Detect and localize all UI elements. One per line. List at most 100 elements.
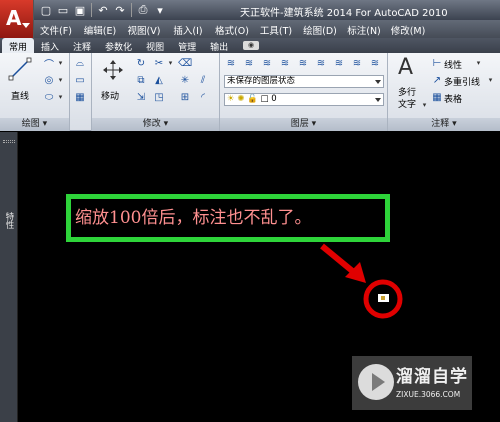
window-title: 天正软件-建筑系统 2014 For AutoCAD 2010: [240, 8, 448, 19]
ribbon-tab-bar: 常用 插入 注释 参数化 视图 管理 输出 ◉: [0, 38, 500, 53]
bulb-icon: ☀: [227, 94, 235, 104]
panel-draw: 直线 ⌒ ▾ ◎ ▾ ⬭ ▾ 绘图 ▾: [0, 53, 70, 131]
move-icon[interactable]: [102, 59, 124, 81]
menu-file[interactable]: 文件(F): [34, 20, 78, 38]
menu-format[interactable]: 格式(O): [210, 20, 254, 38]
multileader-icon[interactable]: ↗: [430, 73, 444, 87]
multileader-label[interactable]: 多重引线: [444, 75, 480, 88]
tab-insert[interactable]: 插入: [34, 38, 66, 53]
tab-parametric[interactable]: 参数化: [98, 38, 139, 53]
properties-palette-label[interactable]: 特性: [3, 212, 15, 229]
array-icon[interactable]: ⊞: [178, 90, 192, 104]
circle-icon[interactable]: ◎: [42, 73, 56, 87]
panel-title-annotation[interactable]: 注释 ▾: [388, 118, 500, 131]
layer-properties-icon[interactable]: ≋: [224, 56, 238, 70]
annotation-highlight-box: 缩放100倍后，标注也不乱了。: [66, 194, 390, 242]
label-marker: [381, 296, 385, 300]
move-tool-label[interactable]: 移动: [101, 89, 119, 102]
chevron-down-icon[interactable]: ▾: [166, 56, 175, 70]
panel-title-layers[interactable]: 图层 ▾: [220, 118, 387, 131]
multiline-text-icon[interactable]: A: [398, 55, 413, 80]
autocad-logo-icon: A: [6, 6, 22, 30]
menu-draw[interactable]: 绘图(D): [298, 20, 342, 38]
panel-title-draw[interactable]: 绘图 ▾: [0, 118, 69, 131]
save-icon[interactable]: ▣: [72, 2, 88, 18]
toolbar-separator: [131, 3, 132, 17]
layer-state-dropdown[interactable]: 未保存的图层状态: [224, 75, 384, 88]
ribbon-toggle-button[interactable]: ◉: [243, 41, 260, 50]
undo-icon[interactable]: ↶: [95, 2, 111, 18]
color-swatch-icon: □: [260, 94, 269, 104]
annotation-text: 缩放100倍后，标注也不乱了。: [75, 208, 312, 228]
chevron-down-icon[interactable]: ▾: [56, 73, 65, 87]
arc-icon[interactable]: ⌓: [73, 56, 87, 70]
layer-lock-icon[interactable]: ≋: [332, 56, 346, 70]
current-layer-dropdown[interactable]: ☀ ✺ 🔓 □ 0: [224, 93, 384, 106]
line-tool-icon[interactable]: [8, 57, 32, 81]
chevron-down-icon[interactable]: ▾: [152, 2, 168, 18]
tab-view[interactable]: 视图: [139, 38, 171, 53]
watermark: 溜溜自学 ZIXUE.3066.COM: [352, 356, 472, 410]
redo-icon[interactable]: ↷: [112, 2, 128, 18]
menu-insert[interactable]: 插入(I): [166, 20, 210, 38]
table-label[interactable]: 表格: [444, 92, 462, 105]
scaled-dimension-label[interactable]: [378, 294, 389, 302]
polyline-icon[interactable]: ⌒: [42, 56, 56, 71]
toolbar-separator: [91, 3, 92, 17]
chevron-down-icon[interactable]: ▾: [56, 56, 65, 70]
print-icon[interactable]: ⎙: [135, 2, 151, 18]
layer-isolate-icon[interactable]: ≋: [278, 56, 292, 70]
line-tool-label[interactable]: 直线: [11, 89, 29, 102]
table-icon[interactable]: ▦: [430, 90, 444, 104]
menu-dimension[interactable]: 标注(N): [342, 20, 386, 38]
layer-walk-icon[interactable]: ≋: [368, 56, 382, 70]
layer-off-icon[interactable]: ≋: [314, 56, 328, 70]
explode-icon[interactable]: ✳: [178, 73, 192, 87]
chevron-down-icon[interactable]: ▾: [474, 56, 483, 70]
menu-view[interactable]: 视图(V): [122, 20, 166, 38]
scale-icon[interactable]: ◳: [152, 90, 166, 104]
rotate-icon[interactable]: ↻: [134, 56, 148, 70]
title-bar: ▢ ▭ ▣ ↶ ↷ ⎙ ▾ 天正软件-建筑系统 2014 For AutoCAD…: [0, 0, 500, 20]
menu-tools[interactable]: 工具(T): [254, 20, 298, 38]
trim-icon[interactable]: ✂: [152, 56, 166, 70]
ribbon-panel-area: 直线 ⌒ ▾ ◎ ▾ ⬭ ▾ 绘图 ▾ ⌓ ▭ ▦ 移动 ↻ ✂ ▾ ⌫ ⧉ ◭…: [0, 53, 500, 131]
layer-freeze-icon[interactable]: ≋: [296, 56, 310, 70]
multiline-text-label-2[interactable]: 文字: [398, 97, 416, 110]
chevron-down-icon[interactable]: ▾: [486, 73, 495, 87]
rectangle-icon[interactable]: ▭: [73, 73, 87, 87]
tab-output[interactable]: 输出: [203, 38, 235, 53]
watermark-title: 溜溜自学: [396, 367, 468, 387]
panel-modify: 移动 ↻ ✂ ▾ ⌫ ⧉ ◭ ✳ ⇲ ◳ ⊞ ⫽ ◜ 修改 ▾: [92, 53, 220, 131]
chevron-down-icon[interactable]: ▾: [420, 98, 429, 112]
tab-manage[interactable]: 管理: [171, 38, 203, 53]
panel-annotation: A 多行 文字 ▾ ⊢ 线性 ▾ ↗ 多重引线 ▾ ▦ 表格 注释 ▾: [388, 53, 500, 131]
application-menu-button[interactable]: A: [0, 0, 34, 38]
erase-icon[interactable]: ⌫: [178, 56, 192, 70]
ellipse-icon[interactable]: ⬭: [42, 90, 56, 104]
properties-palette-strip[interactable]: [0, 132, 18, 422]
open-file-icon[interactable]: ▭: [55, 2, 71, 18]
layer-state-icon[interactable]: ≋: [242, 56, 256, 70]
linear-dimension-icon[interactable]: ⊢: [430, 56, 444, 70]
menu-edit[interactable]: 编辑(E): [78, 20, 122, 38]
panel-layers: ≋ ≋ ≋ ≋ ≋ ≋ ≋ ≋ ≋ 未保存的图层状态 ☀ ✺ 🔓 □ 0 图层 …: [220, 53, 388, 131]
chevron-down-icon[interactable]: ▾: [56, 90, 65, 104]
copy-icon[interactable]: ⧉: [134, 73, 148, 87]
quick-access-toolbar: ▢ ▭ ▣ ↶ ↷ ⎙ ▾: [38, 2, 168, 18]
hatch-icon[interactable]: ▦: [73, 90, 87, 104]
offset-icon[interactable]: ⫽: [196, 73, 210, 87]
new-file-icon[interactable]: ▢: [38, 2, 54, 18]
panel-title-modify[interactable]: 修改 ▾: [92, 118, 219, 131]
fillet-icon[interactable]: ◜: [196, 90, 210, 104]
stretch-icon[interactable]: ⇲: [134, 90, 148, 104]
linear-dimension-label[interactable]: 线性: [444, 58, 462, 71]
tab-annotate[interactable]: 注释: [66, 38, 98, 53]
menu-modify[interactable]: 修改(M): [386, 20, 430, 38]
mirror-icon[interactable]: ◭: [152, 73, 166, 87]
chevron-down-icon: [22, 23, 30, 28]
tab-home[interactable]: 常用: [2, 38, 35, 53]
palette-grip-icon[interactable]: [3, 140, 15, 143]
layer-match-icon[interactable]: ≋: [350, 56, 364, 70]
layer-previous-icon[interactable]: ≋: [260, 56, 274, 70]
